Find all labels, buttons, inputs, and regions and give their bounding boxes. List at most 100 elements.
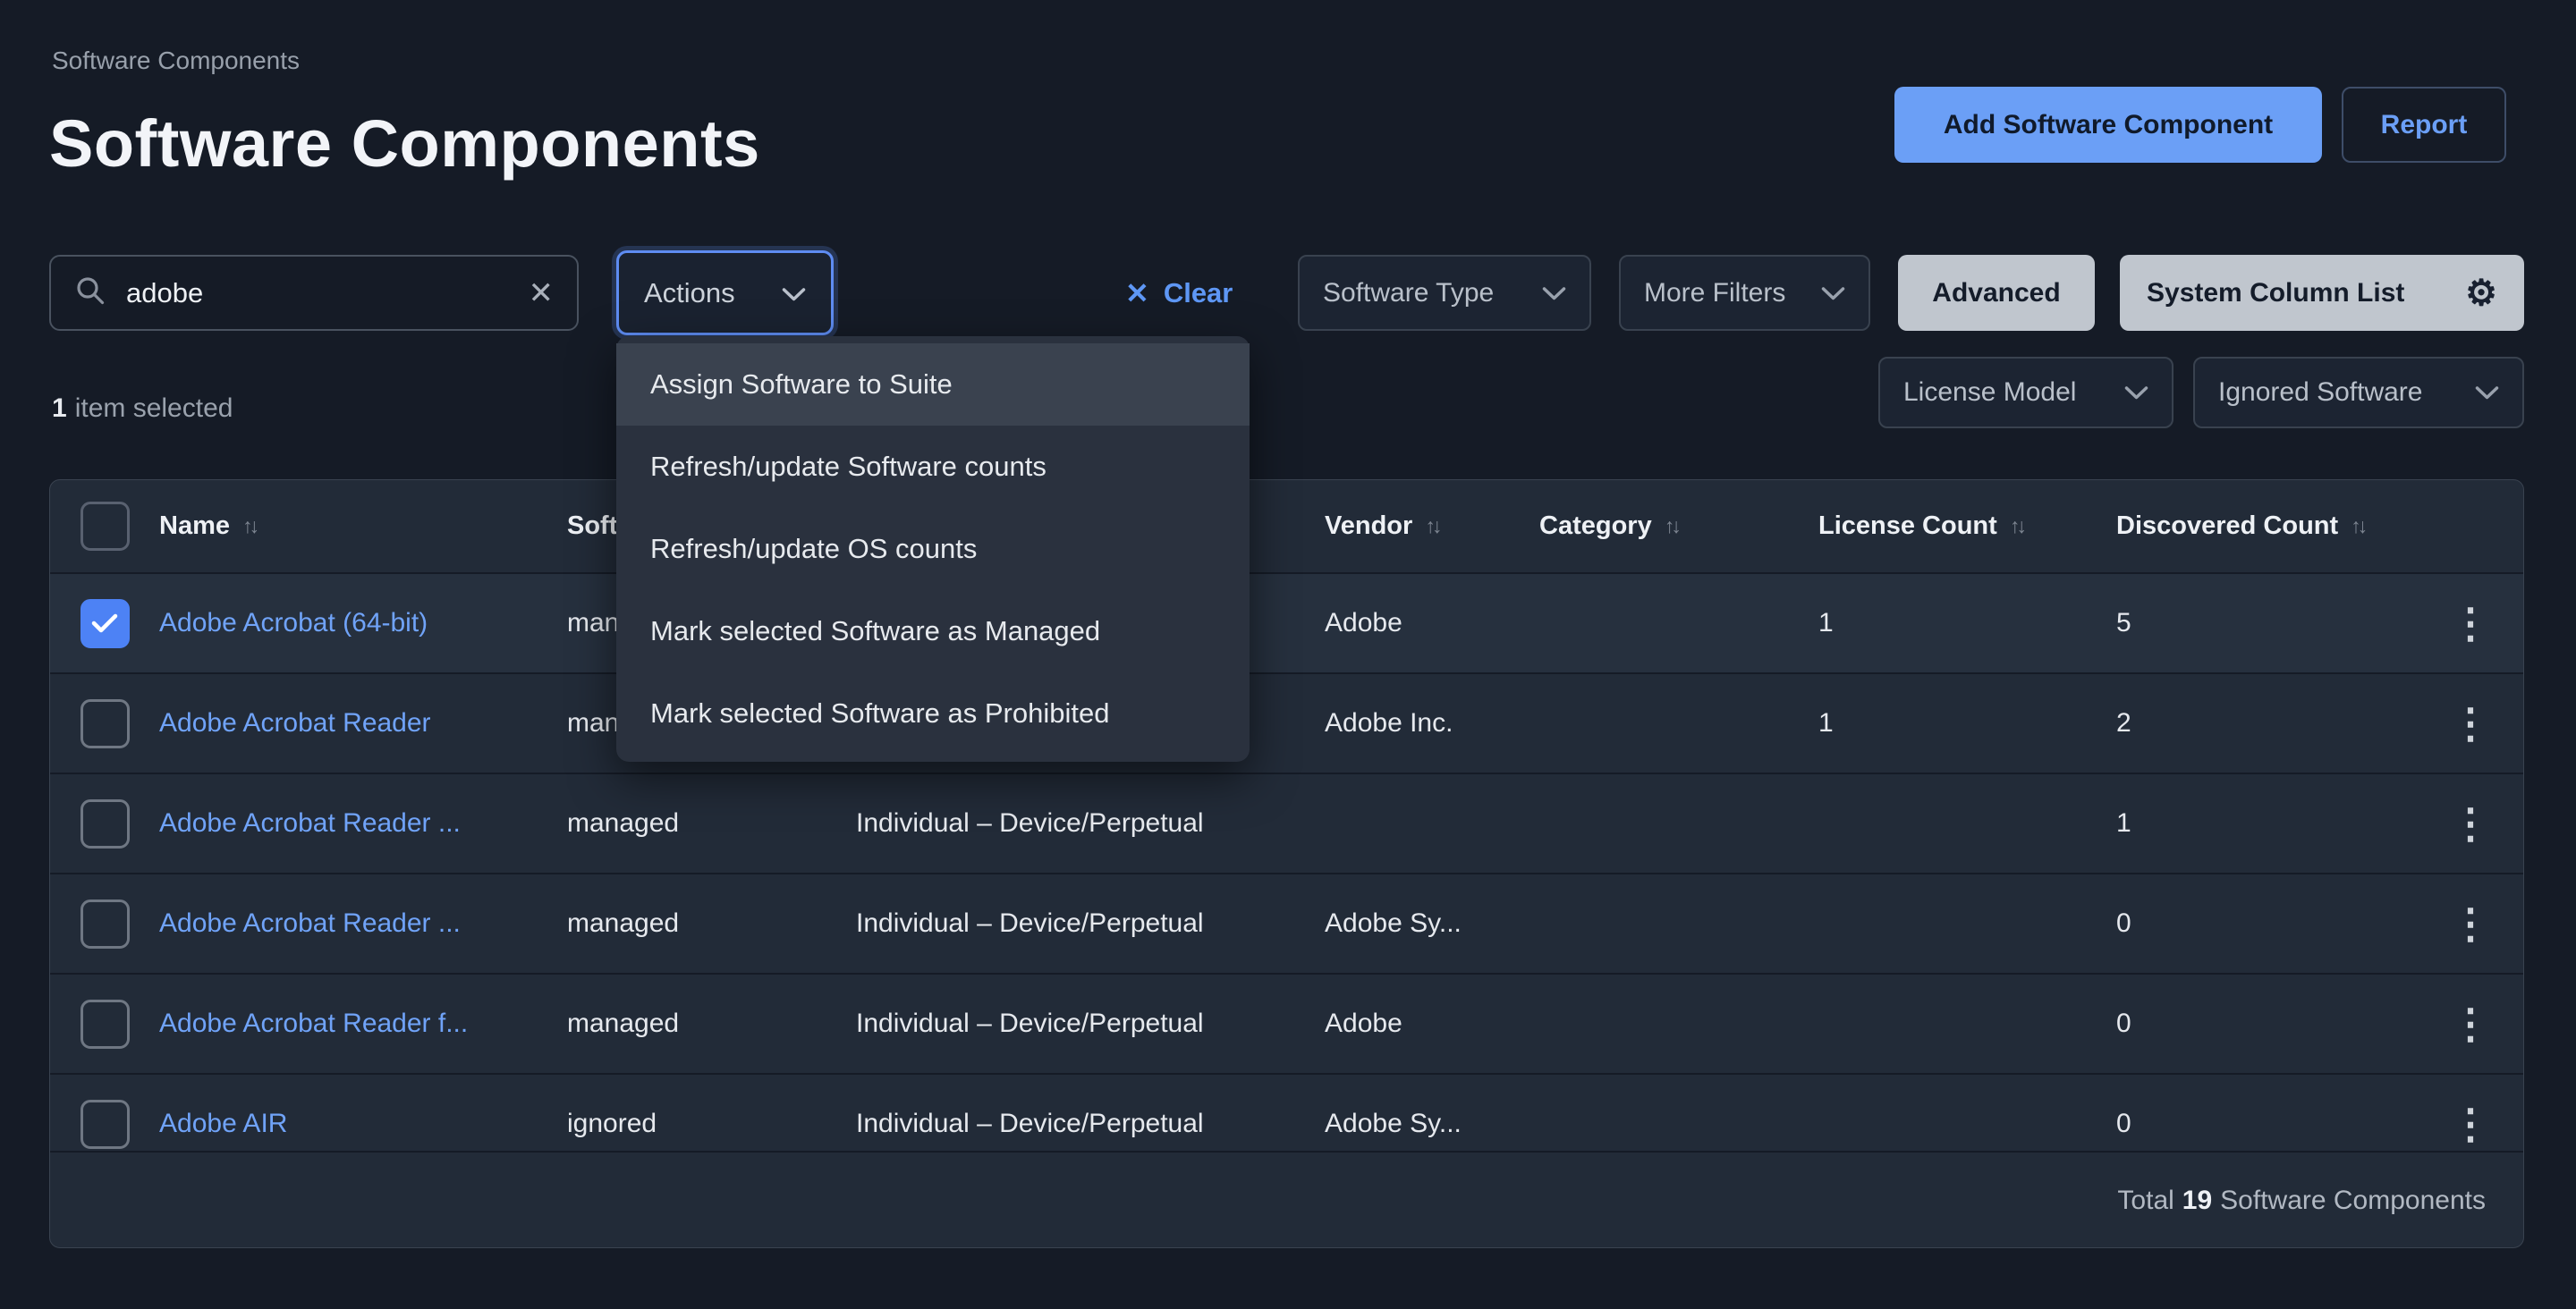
row-checkbox[interactable] [80, 699, 130, 748]
table-row[interactable]: Adobe Acrobat Reader f... managedIndividu… [50, 973, 2523, 1073]
table-row[interactable]: Adobe Acrobat Reader ... managedIndividua… [50, 873, 2523, 973]
table-row[interactable]: Adobe Acrobat ReadermanagedAdobe Inc.12⋮ [50, 672, 2523, 773]
software-components-page: Software Components Software Components … [0, 0, 2576, 1309]
table-body: Adobe Acrobat (64-bit)managedAdobe15⋮Ado… [50, 572, 2523, 1151]
row-menu-kebab-icon[interactable]: ⋮ [2450, 603, 2491, 644]
search-input[interactable] [126, 277, 509, 309]
software-name-link[interactable]: Adobe Acrobat Reader [159, 708, 431, 738]
clear-filters-button[interactable]: ✕ Clear [1125, 255, 1233, 331]
column-header[interactable]: License Count ↑↓ [1818, 511, 2116, 541]
header-actions: Add Software Component Report [1894, 87, 2506, 163]
license-count-cell: 1 [1818, 708, 2116, 739]
row-checkbox[interactable] [80, 899, 130, 949]
selection-label: item selected [75, 393, 233, 423]
report-button[interactable]: Report [2342, 87, 2506, 163]
table-row[interactable]: Adobe AIR ignoredIndividual – Device/Perp… [50, 1073, 2523, 1151]
discovered-count-cell: 2 [2116, 708, 2418, 739]
software-components-table: Name↑↓Software Status↑↓Vendor↑↓Category↑… [49, 479, 2524, 1248]
sort-icon[interactable]: ↑↓ [242, 514, 256, 538]
more-filters-label: More Filters [1644, 278, 1785, 308]
software-status-cell: managed [567, 908, 856, 939]
sort-icon[interactable]: ↑↓ [2010, 514, 2023, 538]
row-checkbox[interactable] [80, 599, 130, 648]
actions-menu: Assign Software to SuiteRefresh/update S… [616, 336, 1250, 762]
software-type-dropdown[interactable]: Software Type [1298, 255, 1591, 331]
actions-dropdown-button[interactable]: Actions [616, 250, 834, 335]
row-menu-kebab-icon[interactable]: ⋮ [2450, 1003, 2491, 1044]
license-model-dropdown[interactable]: License Model [1878, 357, 2174, 428]
chevron-down-icon [2124, 377, 2148, 408]
vendor-cell: Adobe [1325, 1009, 1539, 1039]
vendor-cell: Adobe Sy... [1325, 1109, 1539, 1139]
table-footer: Total 19 Software Components [50, 1151, 2523, 1248]
select-all-checkbox[interactable] [80, 502, 130, 551]
search-clear-icon[interactable]: ✕ [529, 278, 555, 308]
sort-icon[interactable]: ↑↓ [1665, 514, 1678, 538]
chevron-down-icon [782, 277, 806, 309]
row-checkbox[interactable] [80, 1100, 130, 1149]
column-header-label: Name [159, 511, 230, 541]
software-name-link[interactable]: Adobe AIR [159, 1109, 287, 1138]
total-prefix: Total [2117, 1186, 2174, 1216]
page-title: Software Components [49, 106, 760, 182]
license-model-cell: Individual – Device/Perpetual [856, 1009, 1325, 1039]
column-header[interactable]: Discovered Count ↑↓ [2116, 511, 2418, 541]
actions-menu-item[interactable]: Assign Software to Suite [616, 343, 1250, 426]
software-status-cell: managed [567, 808, 856, 839]
ignored-software-label: Ignored Software [2218, 377, 2422, 408]
column-header[interactable]: Name ↑↓ [159, 511, 567, 541]
system-column-list-label: System Column List [2147, 278, 2404, 308]
software-name-link[interactable]: Adobe Acrobat Reader ... [159, 808, 461, 838]
column-header-label: License Count [1818, 511, 1997, 541]
add-software-component-button[interactable]: Add Software Component [1894, 87, 2322, 163]
row-checkbox[interactable] [80, 799, 130, 849]
chevron-down-icon [1542, 278, 1566, 308]
column-header[interactable]: Category ↑↓ [1539, 511, 1818, 541]
row-menu-kebab-icon[interactable]: ⋮ [2450, 1103, 2491, 1144]
license-model-cell: Individual – Device/Perpetual [856, 1109, 1325, 1139]
row-menu-kebab-icon[interactable]: ⋮ [2450, 703, 2491, 744]
license-model-cell: Individual – Device/Perpetual [856, 908, 1325, 939]
actions-menu-item[interactable]: Refresh/update Software counts [616, 426, 1250, 508]
software-name-link[interactable]: Adobe Acrobat Reader f... [159, 1009, 468, 1038]
selection-count: 1 [52, 393, 67, 423]
column-header-label: Vendor [1325, 511, 1412, 541]
more-filters-dropdown[interactable]: More Filters [1619, 255, 1870, 331]
column-header-label: Discovered Count [2116, 511, 2338, 541]
table-row[interactable]: Adobe Acrobat Reader ...managedIndividua… [50, 773, 2523, 873]
software-name-link[interactable]: Adobe Acrobat Reader ... [159, 908, 461, 938]
row-menu-kebab-icon[interactable]: ⋮ [2450, 803, 2491, 844]
discovered-count-cell: 0 [2116, 1109, 2418, 1139]
row-menu-kebab-icon[interactable]: ⋮ [2450, 903, 2491, 944]
row-checkbox[interactable] [80, 1000, 130, 1049]
actions-menu-item[interactable]: Mark selected Software as Prohibited [616, 672, 1250, 755]
column-header[interactable]: Vendor ↑↓ [1325, 511, 1539, 541]
license-model-label: License Model [1903, 377, 2076, 408]
search-box[interactable]: ✕ [49, 255, 579, 331]
sort-icon[interactable]: ↑↓ [1425, 514, 1438, 538]
table-row[interactable]: Adobe Acrobat (64-bit)managedAdobe15⋮ [50, 572, 2523, 672]
vendor-cell: Adobe Sy... [1325, 908, 1539, 939]
search-icon [74, 274, 106, 311]
actions-menu-item[interactable]: Mark selected Software as Managed [616, 590, 1250, 672]
actions-menu-item[interactable]: Refresh/update OS counts [616, 508, 1250, 590]
clear-label: Clear [1164, 277, 1233, 309]
software-status-cell: managed [567, 1009, 856, 1039]
vendor-cell: Adobe [1325, 608, 1539, 638]
software-status-cell: ignored [567, 1109, 856, 1139]
total-count: 19 [2182, 1186, 2212, 1216]
system-column-list-button[interactable]: System Column List ⚙ [2120, 255, 2524, 331]
software-name-link[interactable]: Adobe Acrobat (64-bit) [159, 608, 428, 638]
selection-status: 1 item selected [52, 393, 233, 424]
advanced-button[interactable]: Advanced [1898, 255, 2095, 331]
actions-dropdown-label: Actions [644, 277, 735, 309]
discovered-count-cell: 0 [2116, 908, 2418, 939]
discovered-count-cell: 0 [2116, 1009, 2418, 1039]
chevron-down-icon [1821, 278, 1845, 308]
total-suffix: Software Components [2220, 1186, 2486, 1216]
sort-icon[interactable]: ↑↓ [2351, 514, 2364, 538]
column-header-label: Category [1539, 511, 1652, 541]
discovered-count-cell: 1 [2116, 808, 2418, 839]
chevron-down-icon [2475, 377, 2499, 408]
ignored-software-dropdown[interactable]: Ignored Software [2193, 357, 2524, 428]
